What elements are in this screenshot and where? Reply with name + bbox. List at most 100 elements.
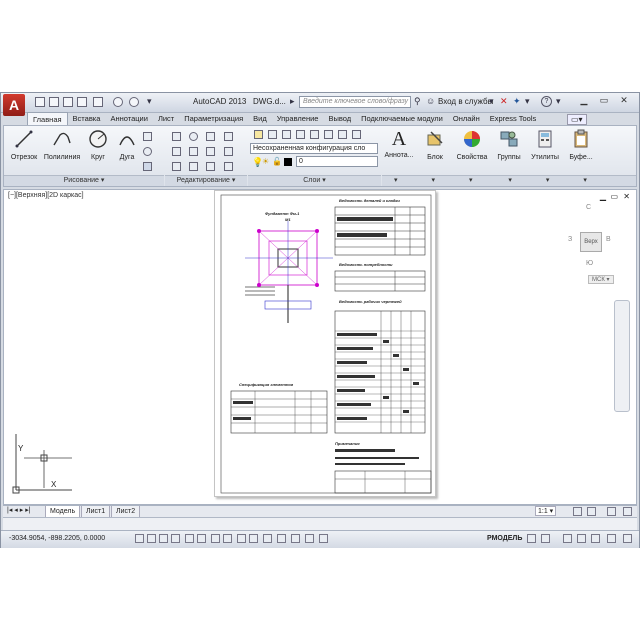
search-input[interactable]: Введите ключевое слово/фразу	[299, 96, 411, 108]
snap-icon[interactable]	[147, 534, 156, 543]
tab-5[interactable]: Вид	[248, 112, 272, 125]
showmotion-icon[interactable]	[607, 534, 616, 543]
chevron-down-icon[interactable]: ▾	[394, 177, 398, 184]
app-logo-button[interactable]: A	[3, 94, 25, 116]
array-icon[interactable]	[206, 162, 215, 171]
new-file-icon[interactable]	[35, 97, 45, 107]
apps-icon[interactable]: ✦	[513, 96, 521, 107]
chevron-down-icon[interactable]: ▾	[469, 177, 473, 184]
hatch-icon[interactable]	[143, 162, 152, 171]
ucs-dropdown[interactable]: МСК ▾	[588, 275, 614, 284]
stretch-icon[interactable]	[172, 162, 181, 171]
compass-north[interactable]: С	[586, 204, 591, 211]
trim-icon[interactable]	[206, 132, 215, 141]
rotate-icon[interactable]	[189, 132, 198, 141]
annotation-button[interactable]: A Аннота...	[382, 129, 416, 159]
properties-button[interactable]: Свойства	[454, 129, 490, 161]
model-space-label[interactable]: РМОДЕЛЬ	[487, 535, 522, 542]
search-arrow-icon[interactable]: ▸	[290, 96, 295, 107]
mirror-icon[interactable]	[189, 147, 198, 156]
zoom-icon[interactable]	[577, 534, 586, 543]
transparency-icon[interactable]	[277, 534, 286, 543]
utilities-button[interactable]: Утилиты	[528, 129, 562, 161]
user-icon[interactable]: ☺	[426, 96, 435, 106]
3d-osnap-icon[interactable]	[211, 534, 220, 543]
ducs-icon[interactable]	[237, 534, 246, 543]
annotation-monitor-icon[interactable]	[319, 534, 328, 543]
quick-view-layouts-icon[interactable]	[527, 534, 536, 543]
close-button[interactable]: ✕	[617, 95, 631, 107]
chevron-down-icon[interactable]: ▾	[508, 177, 512, 184]
scale-icon[interactable]	[189, 162, 198, 171]
save-as-icon[interactable]	[77, 97, 87, 107]
layer-lock-icon[interactable]	[338, 130, 347, 139]
explode-icon[interactable]	[224, 147, 233, 156]
tab-2[interactable]: Аннотации	[105, 112, 153, 125]
annotation-visibility-icon[interactable]	[573, 507, 582, 516]
osnap-icon[interactable]	[197, 534, 206, 543]
workspace-icon[interactable]	[607, 507, 616, 516]
copy-icon[interactable]	[172, 147, 181, 156]
compass-east[interactable]: В	[606, 236, 611, 243]
command-line[interactable]	[3, 517, 637, 530]
rectangle-icon[interactable]	[143, 132, 152, 141]
move-icon[interactable]	[172, 132, 181, 141]
polyline-button[interactable]: Полилиния	[42, 129, 82, 161]
offset-icon[interactable]	[224, 162, 233, 171]
layer-state-icon[interactable]	[268, 130, 277, 139]
tab-3[interactable]: Лист	[153, 112, 179, 125]
open-file-icon[interactable]	[49, 97, 59, 107]
exchange-icon[interactable]: ✕	[500, 96, 508, 107]
chevron-down-icon[interactable]: ▾	[546, 177, 550, 184]
undo-icon[interactable]	[113, 97, 123, 107]
tab-9[interactable]: Онлайн	[448, 112, 485, 125]
chevron-down-icon[interactable]: ▾	[525, 96, 530, 107]
tab-1[interactable]: Вставка	[68, 112, 106, 125]
ellipse-icon[interactable]	[143, 147, 152, 156]
layer-isolate-icon[interactable]	[282, 130, 291, 139]
circle-button[interactable]: Круг	[84, 129, 112, 161]
restore-button[interactable]: ▭	[597, 95, 611, 107]
ribbon-toggle-icon[interactable]: ▭▾	[567, 114, 587, 125]
dyn-icon[interactable]	[249, 534, 258, 543]
tab-7[interactable]: Вывод	[323, 112, 356, 125]
erase-icon[interactable]	[224, 132, 233, 141]
infer-icon[interactable]	[135, 534, 144, 543]
layer-off-icon[interactable]	[324, 130, 333, 139]
chevron-down-icon[interactable]: ▾	[147, 96, 152, 107]
binoculars-icon[interactable]: ⚲	[414, 96, 421, 107]
auto-scale-icon[interactable]	[587, 507, 596, 516]
current-layer-dropdown[interactable]: 0	[296, 156, 378, 167]
tab-nav-arrows-icon[interactable]: |◂ ◂ ▸ ▸|	[7, 506, 31, 514]
tab-6[interactable]: Управление	[272, 112, 324, 125]
help-icon[interactable]: ?	[541, 96, 552, 107]
pan-icon[interactable]	[563, 534, 572, 543]
compass-west[interactable]: З	[568, 236, 572, 243]
drawing-viewport[interactable]: [−][Верхняя][2D каркас] ▁ ▭ ✕ Ведомость …	[3, 189, 637, 505]
layer-match-icon[interactable]	[352, 130, 361, 139]
chevron-down-icon[interactable]: ▾	[556, 96, 561, 107]
redo-icon[interactable]	[129, 97, 139, 107]
viewport-close-icon[interactable]: ✕	[623, 192, 630, 201]
view-cube[interactable]: С З В Ю Верх	[564, 200, 616, 270]
cube-top-face[interactable]: Верх	[580, 232, 602, 252]
tab-10[interactable]: Express Tools	[485, 112, 542, 125]
plot-icon[interactable]	[93, 97, 103, 107]
view-controls-label[interactable]: [−][Верхняя][2D каркас]	[8, 192, 84, 199]
layers-panel-title[interactable]: Слои ▾	[248, 175, 381, 186]
steering-wheel-icon[interactable]	[591, 534, 600, 543]
ortho-icon[interactable]	[171, 534, 180, 543]
clipboard-button[interactable]: Буфе...	[564, 129, 598, 161]
login-button[interactable]: Вход в службы	[438, 97, 493, 106]
otrack-icon[interactable]	[223, 534, 232, 543]
chevron-down-icon[interactable]: ▾	[489, 96, 494, 107]
annotation-scale-dropdown[interactable]: 1:1 ▾	[535, 506, 557, 516]
quick-view-drawings-icon[interactable]	[541, 534, 550, 543]
compass-south[interactable]: Ю	[586, 260, 593, 267]
chevron-down-icon[interactable]: ▾	[431, 177, 435, 184]
clean-screen-icon[interactable]	[623, 534, 632, 543]
tab-4[interactable]: Параметризация	[179, 112, 248, 125]
layer-unisolate-icon[interactable]	[296, 130, 305, 139]
groups-button[interactable]: Группы	[492, 129, 526, 161]
navigation-bar[interactable]	[614, 300, 630, 412]
